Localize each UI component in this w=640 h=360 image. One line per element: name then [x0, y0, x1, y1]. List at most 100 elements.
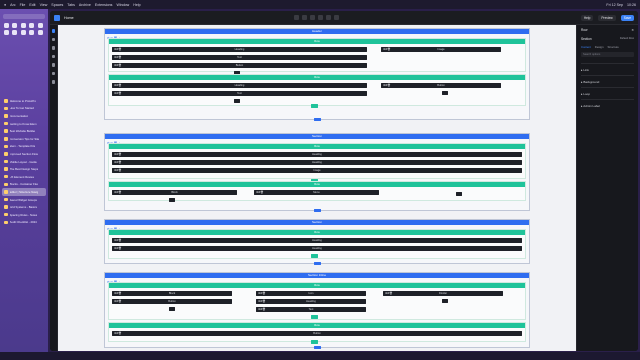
layers-icon[interactable] — [51, 37, 56, 41]
favorite-icon[interactable] — [20, 23, 26, 28]
tablet-icon[interactable] — [301, 15, 307, 20]
add-section-button[interactable] — [314, 208, 321, 212]
browser-tab[interactable]: UX Element Review — [2, 173, 46, 181]
module-block[interactable]: ⚙⧉🗑 Heading — [112, 246, 522, 251]
builder-section[interactable]: Section⚙ ⧉ 🗑 ⋮Row⚙⧉🗑Heading⚙⧉🗑Heading⚙⧉🗑… — [104, 133, 530, 212]
browser-tab[interactable]: How To Get Started — [2, 105, 46, 113]
add-module-button[interactable] — [442, 91, 448, 95]
favorite-icon[interactable] — [4, 23, 9, 28]
module-block[interactable]: ⚙⧉🗑 Text — [112, 91, 367, 96]
add-module-button[interactable] — [456, 192, 462, 196]
favorite-icon[interactable] — [12, 30, 18, 35]
browser-tab[interactable]: Mobile Layout - Guide — [2, 158, 46, 166]
tab-design[interactable]: Design — [595, 45, 604, 49]
add-icon[interactable] — [51, 29, 56, 33]
row-header[interactable]: Row — [109, 230, 525, 235]
media-icon[interactable] — [51, 54, 56, 58]
builder-row[interactable]: Row ⚙⧉🗑 Block ⚙⧉🗑 Icon ⚙⧉🗑 Divider ⚙⧉🗑 Button ⚙⧉🗑… — [108, 282, 526, 320]
builder-row[interactable]: Row ⚙⧉🗑 Block ⚙⧉🗑 Menu — [108, 181, 526, 202]
module-controls-icon[interactable]: ⚙⧉🗑 — [114, 291, 121, 296]
menu-tabs[interactable]: Tabs — [67, 3, 75, 7]
builder-canvas[interactable]: Header⚙ ⧉ 🗑 ⋮Row⚙⧉🗑Heading⚙⧉🗑Image⚙⧉🗑Tex… — [58, 25, 576, 351]
favorite-icon[interactable] — [37, 23, 43, 28]
row-header[interactable]: Row — [109, 182, 525, 187]
add-row-button[interactable] — [311, 340, 318, 344]
menu-arc[interactable]: Arc — [10, 3, 15, 7]
add-module-button[interactable] — [234, 99, 240, 103]
add-section-button[interactable] — [314, 117, 321, 121]
module-controls-icon[interactable]: ⚙⧉🗑 — [114, 63, 121, 68]
menu-help[interactable]: Help — [133, 3, 140, 7]
module-controls-icon[interactable]: ⚙⧉🗑 — [114, 152, 121, 157]
panel-subtitle-value[interactable]: Default Row — [620, 37, 634, 41]
browser-tab[interactable]: The Best Design Steps — [2, 165, 46, 173]
module-block[interactable]: ⚙⧉🗑 Menu — [254, 190, 379, 195]
close-icon[interactable]: ✕ — [631, 28, 634, 32]
add-section-button[interactable] — [314, 345, 321, 349]
browser-tab[interactable]: Elem - Template Kits — [2, 143, 46, 151]
favorite-icon[interactable] — [37, 30, 43, 35]
settings-icon[interactable] — [51, 63, 56, 67]
add-row-button[interactable] — [311, 315, 318, 319]
module-block[interactable]: ⚙⧉🗑 Divider — [383, 291, 503, 296]
browser-tab[interactable]: Best Website Builder — [2, 127, 46, 135]
favorite-icon[interactable] — [4, 30, 9, 35]
module-controls-icon[interactable]: ⚙⧉🗑 — [258, 307, 265, 312]
browser-tab[interactable]: Documentation — [2, 112, 46, 120]
menu-view[interactable]: View — [40, 3, 48, 7]
browser-tab[interactable]: Improved Section Flow — [2, 150, 46, 158]
section-header[interactable]: Section Inline — [105, 273, 529, 278]
browser-tab[interactable]: Conversion Tips for Site — [2, 135, 46, 143]
add-row-button[interactable] — [311, 104, 318, 108]
module-block[interactable]: ⚙⧉🗑 Button — [112, 299, 232, 304]
desktop-icon[interactable] — [293, 15, 299, 20]
section-header[interactable]: Section — [105, 220, 529, 225]
address-bar[interactable] — [3, 14, 45, 19]
menu-file[interactable]: File — [20, 3, 26, 7]
undo-icon[interactable] — [325, 15, 331, 20]
accordion-admin-label[interactable]: ▸ Admin Label — [581, 99, 634, 111]
logo-icon[interactable] — [54, 14, 60, 21]
menu-edit[interactable]: Edit — [29, 3, 35, 7]
mobile-icon[interactable] — [309, 15, 315, 20]
add-module-button[interactable] — [169, 307, 175, 311]
favorite-icon[interactable] — [20, 30, 26, 35]
module-controls-icon[interactable]: ⚙⧉🗑 — [114, 238, 121, 243]
builder-section[interactable]: Section Inline⚙ ⧉ 🗑 ⋮Row⚙⧉🗑Block⚙⧉🗑Icon⚙… — [104, 272, 530, 349]
module-block[interactable]: ⚙⧉🗑 Heading — [112, 160, 522, 165]
module-controls-icon[interactable]: ⚙⧉🗑 — [383, 47, 390, 52]
row-header[interactable]: Row — [109, 323, 525, 328]
module-controls-icon[interactable]: ⚙⧉🗑 — [383, 83, 390, 88]
builder-section[interactable]: Section⚙ ⧉ 🗑 ⋮Row⚙⧉🗑Heading⚙⧉🗑Heading — [104, 219, 530, 265]
row-header[interactable]: Row — [109, 283, 525, 288]
browser-tab[interactable]: Spacing Rules - Notes — [2, 211, 46, 219]
module-controls-icon[interactable]: ⚙⧉🗑 — [114, 83, 121, 88]
accordion-background[interactable]: ▸ Background — [581, 75, 634, 87]
row-header[interactable]: Row — [109, 75, 525, 80]
accordion-link[interactable]: ▸ Link — [581, 63, 634, 75]
module-controls-icon[interactable]: ⚙⧉🗑 — [258, 291, 265, 296]
panel-search-input[interactable]: Search options — [581, 52, 634, 57]
browser-tab[interactable]: Welcome to ProtoPro — [2, 97, 46, 105]
pages-icon[interactable] — [51, 46, 56, 50]
accordion-loop[interactable]: ▸ Loop — [581, 87, 634, 99]
module-controls-icon[interactable]: ⚙⧉🗑 — [385, 291, 392, 296]
browser-tab[interactable]: Saved Widget Groups — [2, 196, 46, 204]
redo-icon[interactable] — [333, 15, 339, 20]
menu-window[interactable]: Window — [116, 3, 129, 7]
module-controls-icon[interactable]: ⚙⧉🗑 — [114, 246, 121, 251]
builder-section[interactable]: Header⚙ ⧉ 🗑 ⋮Row⚙⧉🗑Heading⚙⧉🗑Image⚙⧉🗑Tex… — [104, 28, 530, 121]
add-module-button[interactable] — [442, 299, 448, 303]
module-controls-icon[interactable]: ⚙⧉🗑 — [256, 190, 263, 195]
builder-row[interactable]: Row ⚙⧉🗑 Button — [108, 322, 526, 344]
browser-tab[interactable]: Blocks - Container Flex — [2, 181, 46, 189]
module-controls-icon[interactable]: ⚙⧉🗑 — [114, 299, 121, 304]
menu-extensions[interactable]: Extensions — [95, 3, 113, 7]
module-controls-icon[interactable]: ⚙⧉🗑 — [114, 331, 121, 336]
browser-tab[interactable]: Editor | Structure Navig — [2, 188, 46, 196]
module-block[interactable]: ⚙⧉🗑 Heading — [112, 238, 522, 243]
module-controls-icon[interactable]: ⚙⧉🗑 — [258, 299, 265, 304]
browser-tab[interactable]: Grid Systems - Basics — [2, 203, 46, 211]
module-controls-icon[interactable]: ⚙⧉🗑 — [114, 168, 121, 173]
page-title[interactable]: Home — [64, 16, 74, 20]
